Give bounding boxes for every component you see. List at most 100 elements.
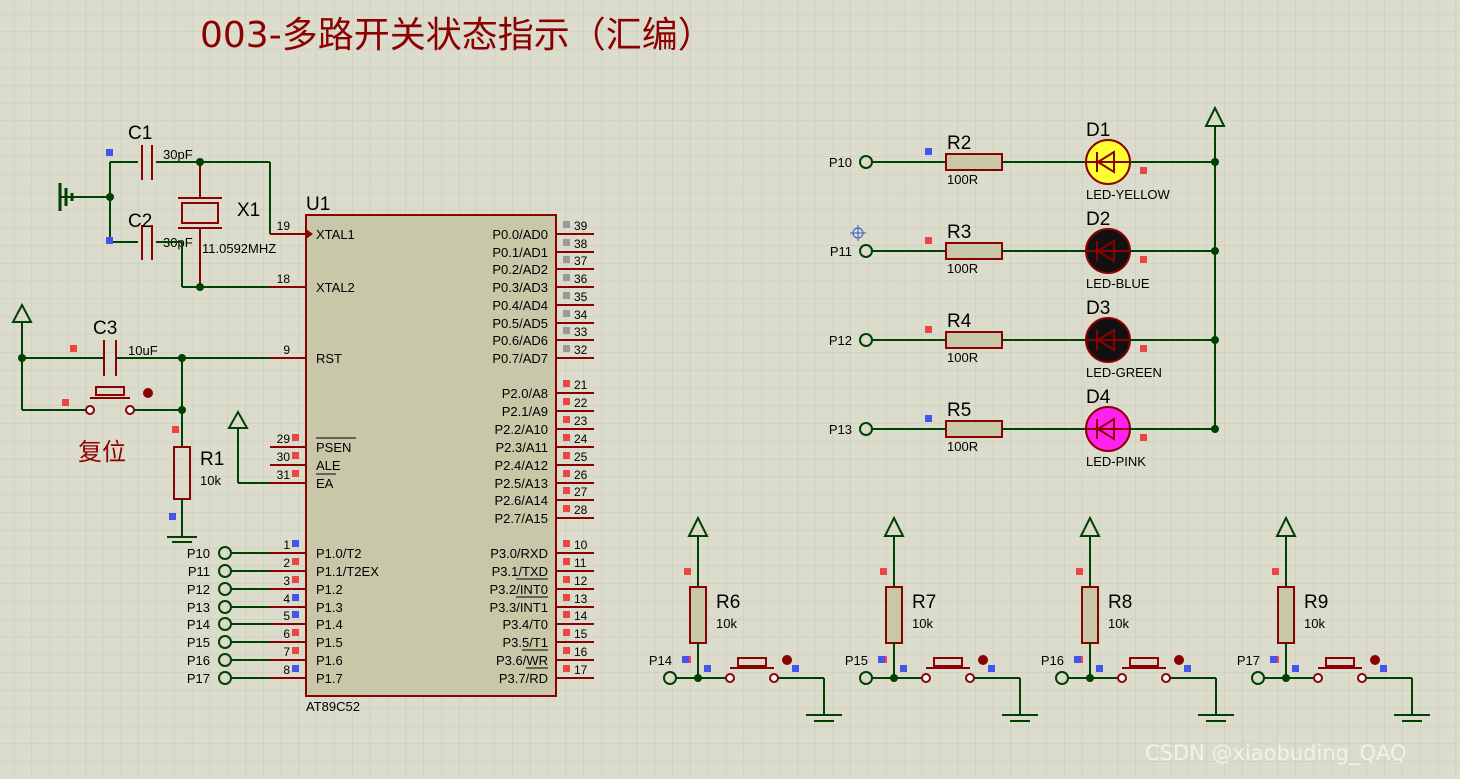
mcu-pin-number: 32 [574,343,588,357]
mcu-pin-number: 10 [574,538,588,552]
led-part: LED-YELLOW [1086,187,1171,202]
mcu-pin-name: P1.5 [316,635,343,650]
pin-state-marker [563,434,570,441]
button-contact [921,673,931,683]
pin-state-marker [1076,568,1083,575]
pin-state-marker [563,665,570,672]
mcu-pin-number: 23 [574,414,588,428]
port-terminal-label: P11 [188,564,210,579]
pin-state-marker [988,665,995,672]
resistor-value: 100R [947,172,978,187]
led-d3[interactable] [1085,317,1131,363]
mcu-pin-name: P3.7/RD [499,671,548,686]
mcu-pin-name: EA [316,476,334,491]
pin-state-marker [563,487,570,494]
schematic-canvas[interactable]: 003-多路开关状态指示（汇编） C1 30pF C2 30pF X1 11.0… [0,0,1460,779]
port-terminal-label: P17 [187,671,210,686]
pin-state-marker [1096,665,1103,672]
mcu-pin-number: 2 [283,556,290,570]
mcu-pin-number: 5 [283,609,290,623]
mcu-pin-name: ALE [316,458,341,473]
mcu-pin-name: XTAL2 [316,280,355,295]
mcu-pin-name: P3.1/TXD [492,564,548,579]
pin-state-marker [880,568,887,575]
mcu-pin-name: P2.3/A11 [495,440,548,455]
mcu-pin-number: 8 [283,663,290,677]
switch-terminal-label: P16 [1041,653,1064,668]
mcu-pin-name: P1.4 [316,617,343,632]
x1-value: 11.0592MHZ [202,241,276,256]
pin-state-marker [925,415,932,422]
c3-ref: C3 [93,318,117,339]
switch-terminal-label: P15 [845,653,868,668]
port-terminal-label: P10 [187,546,210,561]
mcu-pin-name: P3.3/INT1 [489,600,548,615]
mcu-pin-name: P0.6/AD6 [492,333,548,348]
watermark: CSDN @xiaobuding_QAQ [1145,741,1407,766]
mcu-pin-number: 24 [574,432,588,446]
led-d4[interactable] [1085,406,1131,452]
mcu-ref: U1 [306,194,330,215]
pin-state-marker [1380,665,1387,672]
resistor-r5[interactable] [945,420,1003,438]
led-d1[interactable] [1085,139,1131,185]
resistor-r7[interactable] [885,586,903,644]
mcu-pin-name: P0.5/AD5 [492,316,548,331]
pin-state-marker [563,611,570,618]
pin-state-marker [792,665,799,672]
mcu-pin-name: P1.0/T2 [316,546,362,561]
button-contact [1357,673,1367,683]
pin-state-marker [704,665,711,672]
mcu-pin-name: P2.1/A9 [502,404,548,419]
mcu-pin-name: XTAL1 [316,227,355,242]
button-contact [1313,673,1323,683]
resistor-r3[interactable] [945,242,1003,260]
pin-state-marker [1272,568,1279,575]
pin-state-marker [1140,345,1147,352]
resistor-r4[interactable] [945,331,1003,349]
junction [1211,247,1219,255]
mcu-pin-name: P1.6 [316,653,343,668]
mcu-pin-name: P2.5/A13 [495,476,549,491]
mcu-pin-number: 21 [574,378,588,392]
pin-state-marker [563,470,570,477]
mcu-pin-number: 22 [574,396,588,410]
pin-state-marker [292,647,299,654]
mcu-pin-number: 38 [574,237,588,251]
button-contact [1117,673,1127,683]
pin-state-marker [563,256,570,263]
mcu-pin-number: 11 [574,556,587,570]
c1-value: 30pF [163,147,193,162]
mcu-pin-number: 18 [277,272,291,286]
button-contact [965,673,975,683]
r1-value: 10k [200,473,221,488]
mcu-pin-number: 34 [574,308,588,322]
mcu-pin-number: 36 [574,272,588,286]
pin-state-marker [563,292,570,299]
pin-state-marker [925,326,932,333]
mcu-pin-number: 27 [574,485,588,499]
pin-state-marker [563,594,570,601]
resistor-r9[interactable] [1277,586,1295,644]
mcu-pin-number: 15 [574,627,588,641]
resistor-value: 100R [947,261,978,276]
resistor-value: 100R [947,350,978,365]
pin-state-marker [1140,167,1147,174]
resistor-r6[interactable] [689,586,707,644]
resistor-r2[interactable] [945,153,1003,171]
pin-state-marker [292,611,299,618]
mcu-pin-name: P0.1/AD1 [492,245,548,260]
led-terminal-label: P13 [829,422,852,437]
mcu-pin-number: 31 [277,468,291,482]
pin-state-marker [563,576,570,583]
led-terminal-label: P12 [829,333,852,348]
resistor-ref: R9 [1304,592,1328,613]
resistor-r8[interactable] [1081,586,1099,644]
led-terminal-label: P11 [830,244,852,259]
mcu-pin-name: P1.3 [316,600,343,615]
mcu-pin-number: 26 [574,468,588,482]
button-contact [1161,673,1171,683]
button-state-icon [978,655,988,665]
led-d2[interactable] [1085,228,1131,274]
pin-state-marker [292,470,299,477]
